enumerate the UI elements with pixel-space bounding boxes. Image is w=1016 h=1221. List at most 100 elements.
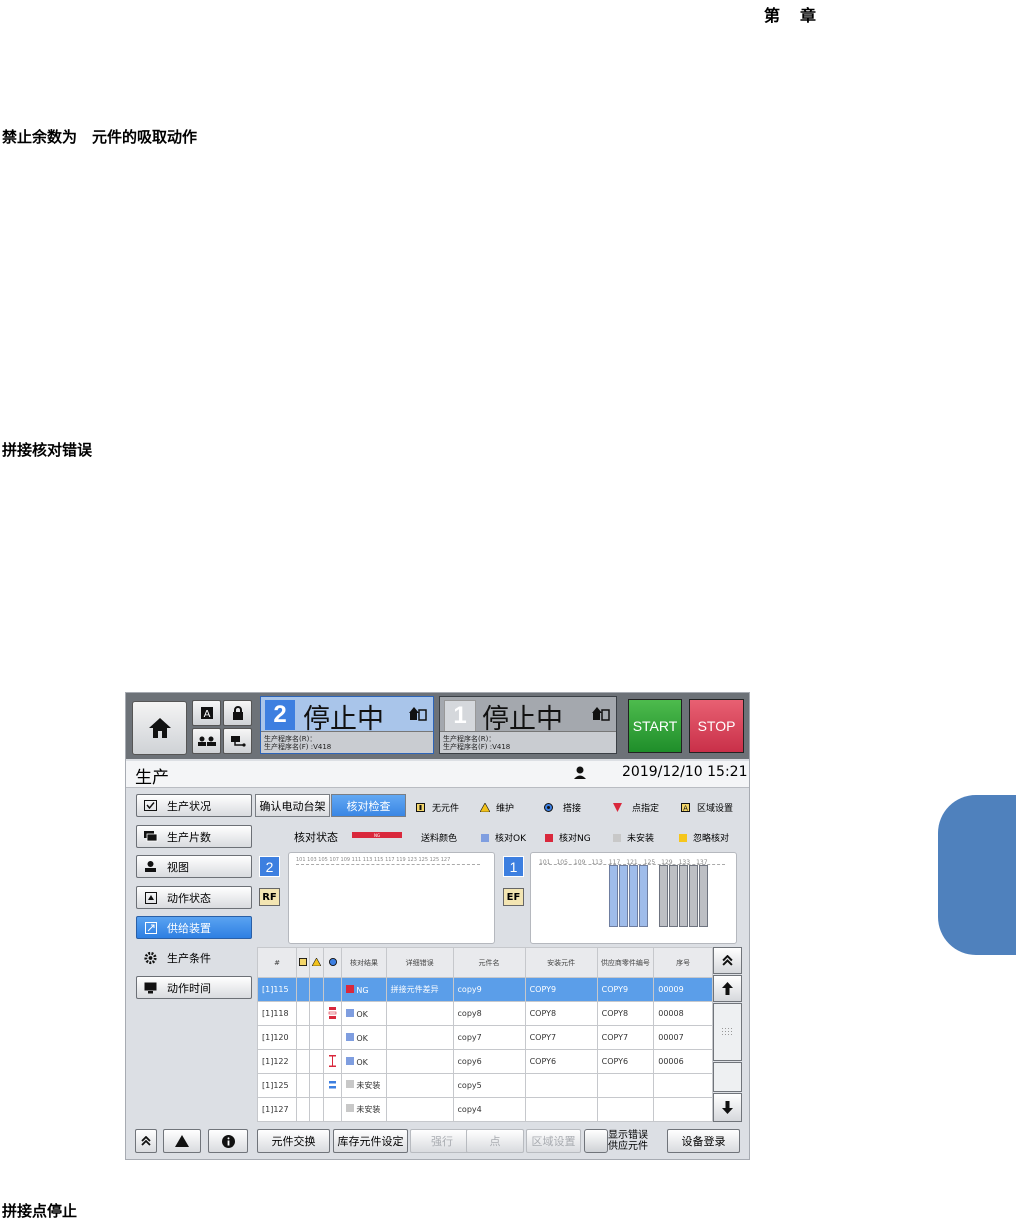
collapse-button[interactable] [135,1129,157,1153]
lane-1-status[interactable]: 1 停止中 生产程序名(R)： 生产程序名(F) :V418 [439,696,617,754]
warning-button[interactable] [163,1129,201,1153]
cell-vendor: COPY6 [596,1049,655,1074]
scroll-track[interactable] [713,1062,742,1092]
splice-icon [544,803,553,812]
ok-swatch [481,833,489,842]
cell-detail [385,1001,454,1026]
home-button[interactable] [132,701,187,755]
user-icon [574,766,586,779]
network-button[interactable] [223,728,252,754]
area-settings-button[interactable]: 区域设置 [526,1129,581,1153]
stop-button[interactable]: STOP [689,699,744,753]
result-text: NG [356,985,369,995]
feeder-slot[interactable] [629,865,638,927]
nav-label: 动作状态 [167,891,211,905]
monitor-icon [143,982,158,994]
result-text: 未安装 [356,1105,381,1114]
stock-part-settings-button[interactable]: 库存元件设定 [333,1129,408,1153]
nav-action-time[interactable]: 动作时间 [136,976,252,999]
legend-splice: 搭接 [544,801,581,814]
feeder-slot[interactable] [699,865,708,927]
table-row[interactable]: [1]127 未安装 copy4 [256,1097,713,1122]
table-row[interactable]: [1]120 OK copy7 COPY7 COPY7 00007 [256,1025,713,1050]
rf-tag[interactable]: RF [259,888,280,906]
show-error-line-2: 供应元件 [608,1141,648,1152]
splice-marker-icon [322,1073,343,1098]
scroll-up-button[interactable] [713,975,742,1002]
no-part-icon [299,957,308,966]
lane-2-badge[interactable]: 2 [259,856,280,877]
lane-1-program-r: 生产程序名(R)： [443,735,496,743]
nav-production-conditions[interactable]: 生产条件 [136,946,252,969]
grip-icon [721,1028,732,1035]
cell-name: copy4 [452,1097,526,1122]
boards-icon [143,831,158,843]
point-button[interactable]: 点 [466,1129,524,1153]
device-register-button[interactable]: 设备登录 [667,1129,740,1153]
no-part-icon [416,803,425,812]
info-icon [221,1134,235,1148]
ef-tag[interactable]: EF [503,888,524,906]
lane-2-number: 2 [265,700,295,730]
scroll-thumb[interactable] [713,1003,742,1061]
section-heading-1: 禁止余数为 元件的吸取动作 [2,128,198,146]
datetime: 2019/12/10 15:21 [622,764,748,780]
nav-action-status[interactable]: 动作状态 [136,886,252,909]
cell-name: copy7 [452,1025,526,1050]
feeder-slot[interactable] [659,865,668,927]
feed-color-label: 送料颜色 [421,834,458,844]
start-button[interactable]: START [628,699,682,753]
cell-installed: COPY8 [524,1001,598,1026]
show-error-feeder-toggle[interactable] [584,1129,608,1153]
nav-board-count[interactable]: 生产片数 [136,825,252,848]
lane-1-badge[interactable]: 1 [503,856,524,877]
legend-label: 核对OK [495,834,526,844]
scroll-top-button[interactable] [713,947,742,974]
auto-mode-button[interactable]: A [192,700,221,726]
warning-icon [175,1135,189,1147]
arrow-up-icon [722,982,733,995]
title-bar: 生产 2019/12/10 15:21 [126,761,749,788]
feeder-slot[interactable] [609,865,618,927]
feeder-slot[interactable] [669,865,678,927]
table-row[interactable]: [1]122 OK copy6 COPY6 COPY6 00006 [256,1049,713,1074]
nav-production-status[interactable]: 生产状况 [136,794,252,817]
verify-state-label: 核对状态 [294,831,338,844]
cell-result: 未安装 [341,1097,387,1122]
feeder-slot[interactable] [679,865,688,927]
nav-view[interactable]: 视图 [136,855,252,878]
arrow-down-icon [722,1101,733,1114]
tab-confirm-rack[interactable]: 确认电动台架 [255,794,330,817]
feeder-slot[interactable] [639,865,648,927]
scroll-down-button[interactable] [713,1093,742,1122]
table-row[interactable]: [1]125 未安装 copy5 [256,1073,713,1098]
info-button[interactable] [208,1129,248,1153]
lane-2-status[interactable]: 2 停止中 生产程序名(R)： 生产程序名(F) :V418 [260,696,434,754]
double-chevron-up-icon [141,1136,151,1146]
cell-detail [385,1025,454,1050]
table-row[interactable]: [1]115 NG 拼接元件差异 copy9 COPY9 COPY9 00009 [256,977,713,1002]
slot-rail [296,864,480,865]
cell-result: OK [341,1025,387,1050]
feeder-slot[interactable] [619,865,628,927]
col-header-number: # [256,947,298,978]
nav-label: 供给装置 [167,921,211,935]
operator-button[interactable] [192,728,221,754]
show-error-feeder-label: 显示错误 供应元件 [608,1130,648,1152]
cell-name: copy9 [452,977,526,1002]
col-header-name: 元件名 [452,947,526,978]
part-exchange-button[interactable]: 元件交换 [257,1129,330,1153]
slot-scale: 101 103 105 107 109 111 113 115 117 119 … [296,857,451,863]
tab-verify-check[interactable]: 核对检查 [331,794,406,817]
feeder-panel-front[interactable]: 101 105 109 113 117 121 125 129 133 137 [530,852,737,944]
nav-feeder[interactable]: 供给装置 [136,916,252,939]
feeder-slot[interactable] [689,865,698,927]
feeder-panel-rear[interactable]: 101 103 105 107 109 111 113 115 117 119 … [288,852,495,944]
cell-id: [1]115 [256,977,298,1002]
cell-installed: COPY7 [524,1025,598,1050]
force-button[interactable]: 强行 [410,1129,474,1153]
legend-label: 维护 [496,804,515,814]
table-row[interactable]: [1]118 OK copy8 COPY8 COPY8 00008 [256,1001,713,1026]
warning-icon [311,956,322,966]
lock-button[interactable] [223,700,252,726]
